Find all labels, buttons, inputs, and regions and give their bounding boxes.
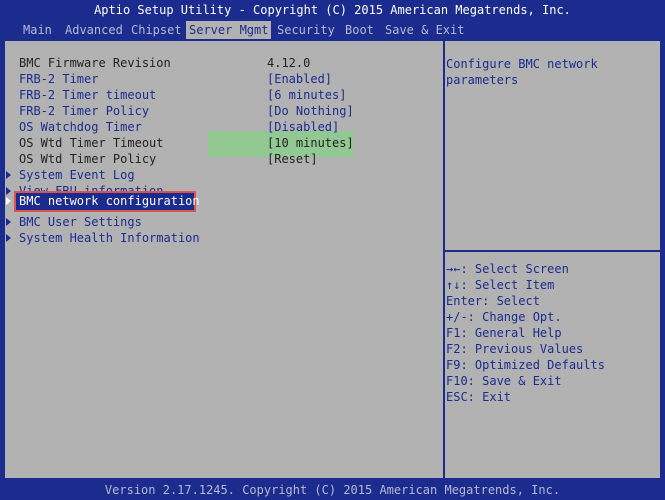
key-help-item: F10: Save & Exit <box>446 374 562 388</box>
setting-label: OS Watchdog Timer <box>19 120 142 134</box>
setting-label: OS Wtd Timer Policy <box>19 152 157 166</box>
submenu-bmc-user-settings[interactable]: BMC User Settings <box>5 215 435 230</box>
key-help-item: F9: Optimized Defaults <box>446 358 605 372</box>
help-line: Configure BMC network <box>446 57 598 71</box>
setting-label: FRB-2 Timer <box>19 72 99 86</box>
submenu-arrow-icon <box>6 171 11 179</box>
setting-value: [Reset] <box>267 152 318 166</box>
window-title: Aptio Setup Utility - Copyright (C) 2015… <box>0 0 665 21</box>
key-help-item: F1: General Help <box>446 326 562 340</box>
tab-server-mgmt[interactable]: Server Mgmt <box>186 21 272 39</box>
help-description: Configure BMC network parameters <box>446 56 598 88</box>
submenu-label: BMC network configuration <box>19 194 200 208</box>
key-help-item: →←: Select Screen <box>446 262 569 276</box>
setting-label: OS Wtd Timer Timeout <box>19 136 164 150</box>
setup-panel: BMC Firmware Revision 4.12.0 FRB-2 Timer… <box>3 39 662 480</box>
setting-label: FRB-2 Timer timeout <box>19 88 157 102</box>
submenu-arrow-icon <box>6 218 11 226</box>
panel-divider <box>443 41 445 478</box>
setting-label: FRB-2 Timer Policy <box>19 104 150 118</box>
submenu-system-event-log[interactable]: System Event Log <box>5 168 435 183</box>
tab-bar: Main Advanced Chipset Server Mgmt Securi… <box>0 21 665 39</box>
key-help-list: →←: Select Screen ↑↓: Select Item Enter:… <box>446 261 605 405</box>
submenu-system-health[interactable]: System Health Information <box>5 231 435 246</box>
tab-advanced[interactable]: Advanced <box>62 21 126 39</box>
tab-chipset[interactable]: Chipset <box>128 21 185 39</box>
submenu-arrow-icon <box>6 197 11 205</box>
tab-main[interactable]: Main <box>20 21 55 39</box>
setting-label: BMC Firmware Revision <box>19 56 171 70</box>
submenu-label: System Event Log <box>19 168 135 182</box>
help-line: parameters <box>446 73 519 87</box>
setting-value: [10 minutes] <box>267 136 354 150</box>
key-help-item: ESC: Exit <box>446 390 512 404</box>
submenu-label: BMC User Settings <box>19 215 142 229</box>
key-help-item: F2: Previous Values <box>446 342 584 356</box>
key-help-item: +/-: Change Opt. <box>446 310 562 324</box>
footer-version: Version 2.17.1245. Copyright (C) 2015 Am… <box>0 480 665 500</box>
tab-security[interactable]: Security <box>274 21 338 39</box>
key-help-item: Enter: Select <box>446 294 540 308</box>
submenu-bmc-network-configuration[interactable]: BMC network configuration <box>5 194 435 209</box>
submenu-arrow-icon <box>6 234 11 242</box>
setting-value[interactable]: [Enabled] <box>267 72 332 87</box>
setting-value: 4.12.0 <box>267 56 311 70</box>
tab-save-exit[interactable]: Save & Exit <box>382 21 467 39</box>
submenu-label: System Health Information <box>19 231 200 245</box>
help-separator <box>445 250 662 252</box>
setting-value[interactable]: [Disabled] <box>267 120 339 135</box>
setting-value[interactable]: [6 minutes] <box>267 88 346 103</box>
key-help-item: ↑↓: Select Item <box>446 278 555 292</box>
tab-boot[interactable]: Boot <box>342 21 377 39</box>
setting-value[interactable]: [Do Nothing] <box>267 104 354 119</box>
